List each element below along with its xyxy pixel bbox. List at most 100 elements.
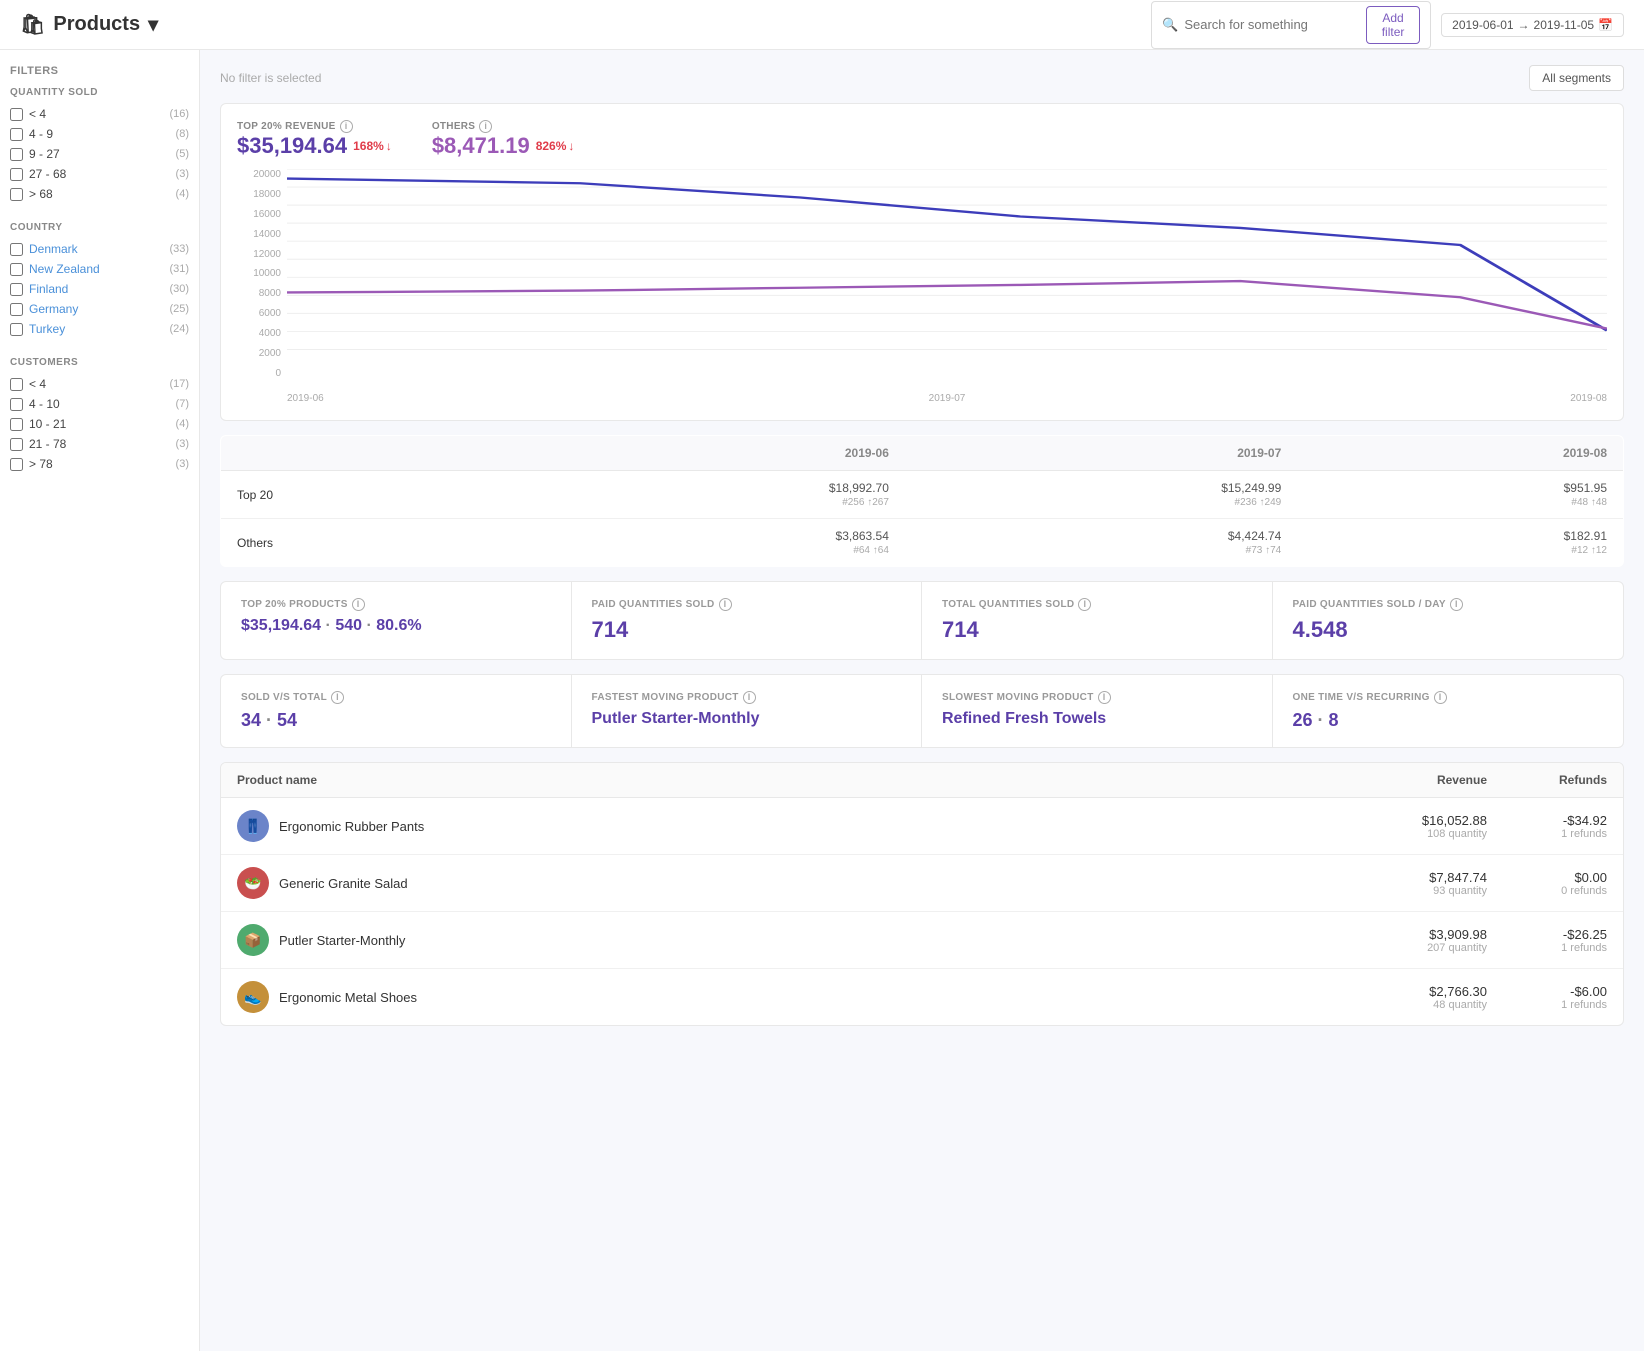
all-segments-button[interactable]: All segments bbox=[1529, 65, 1624, 91]
filter-label-denmark: Denmark bbox=[29, 242, 163, 256]
line-chart-svg bbox=[287, 169, 1607, 359]
filter-count-lt4: (16) bbox=[169, 108, 189, 120]
metric-sold-vs-total-info[interactable]: i bbox=[331, 691, 344, 704]
filter-label-turkey: Turkey bbox=[29, 322, 163, 336]
filter-item-cust-lt4[interactable]: < 4 (17) bbox=[10, 374, 189, 394]
filter-checkbox-cust-21-78[interactable] bbox=[10, 438, 23, 451]
others-metric: OTHERS i $8,471.19 826% ↓ bbox=[432, 120, 575, 159]
others-label: OTHERS i bbox=[432, 120, 575, 133]
filter-item-4-9[interactable]: 4 - 9 (8) bbox=[10, 124, 189, 144]
product-refunds-3: -$26.25 1 refunds bbox=[1487, 927, 1607, 954]
list-item: 👖 Ergonomic Rubber Pants $16,052.88 108 … bbox=[221, 798, 1623, 855]
filter-checkbox-9-27[interactable] bbox=[10, 148, 23, 161]
filter-checkbox-cust-4-10[interactable] bbox=[10, 398, 23, 411]
date-separator: → bbox=[1518, 18, 1530, 32]
metric-paid-qty-info[interactable]: i bbox=[719, 598, 732, 611]
filter-checkbox-gt68[interactable] bbox=[10, 188, 23, 201]
filter-checkbox-lt4[interactable] bbox=[10, 108, 23, 121]
metric-top20-products-value: $35,194.64 · 540 · 80.6% bbox=[241, 617, 551, 635]
filter-checkbox-germany[interactable] bbox=[10, 303, 23, 316]
metric-fastest-info[interactable]: i bbox=[743, 691, 756, 704]
chevron-down-icon[interactable]: ▾ bbox=[148, 12, 158, 37]
metric-total-qty-info[interactable]: i bbox=[1078, 598, 1091, 611]
filter-count-gt68: (4) bbox=[176, 188, 189, 200]
page-title: Products bbox=[53, 13, 140, 36]
y-label-18000: 18000 bbox=[237, 189, 281, 200]
product-revenue-2: $7,847.74 93 quantity bbox=[1327, 870, 1487, 897]
list-item: 👟 Ergonomic Metal Shoes $2,766.30 48 qua… bbox=[221, 969, 1623, 1025]
filter-label-lt4: < 4 bbox=[29, 107, 163, 121]
metric-top20-info[interactable]: i bbox=[352, 598, 365, 611]
product-revenue-1: $16,052.88 108 quantity bbox=[1327, 813, 1487, 840]
filter-item-denmark[interactable]: Denmark (33) bbox=[10, 239, 189, 259]
metric-one-time-label: ONE TIME V/S RECURRING i bbox=[1293, 691, 1604, 704]
products-col-name: Product name bbox=[237, 773, 1327, 787]
country-title: COUNTRY bbox=[10, 222, 189, 233]
search-box[interactable]: 🔍 Add filter bbox=[1151, 1, 1431, 49]
metric-sold-vs-total-label: SOLD V/S TOTAL i bbox=[241, 691, 551, 704]
filter-item-cust-10-21[interactable]: 10 - 21 (4) bbox=[10, 414, 189, 434]
filter-item-9-27[interactable]: 9 - 27 (5) bbox=[10, 144, 189, 164]
avatar: 📦 bbox=[237, 924, 269, 956]
filter-label-cust-4-10: 4 - 10 bbox=[29, 397, 170, 411]
filter-item-27-68[interactable]: 27 - 68 (3) bbox=[10, 164, 189, 184]
metric-slowest-info[interactable]: i bbox=[1098, 691, 1111, 704]
seg-row1-jul: $15,249.99#236 ↑249 bbox=[905, 471, 1297, 519]
add-filter-button[interactable]: Add filter bbox=[1366, 6, 1420, 44]
filter-item-lt4[interactable]: < 4 (16) bbox=[10, 104, 189, 124]
filter-item-cust-21-78[interactable]: 21 - 78 (3) bbox=[10, 434, 189, 454]
metric-top20-products-label: TOP 20% PRODUCTS i bbox=[241, 598, 551, 611]
metric-paid-qty-label: PAID QUANTITIES SOLD i bbox=[592, 598, 902, 611]
filter-item-new-zealand[interactable]: New Zealand (31) bbox=[10, 259, 189, 279]
date-range-picker[interactable]: 2019-06-01 → 2019-11-05 📅 bbox=[1441, 13, 1624, 37]
metric-one-time-info[interactable]: i bbox=[1434, 691, 1447, 704]
filter-item-finland[interactable]: Finland (30) bbox=[10, 279, 189, 299]
product-name-3: Putler Starter-Monthly bbox=[279, 933, 405, 948]
metrics-grid-1: TOP 20% PRODUCTS i $35,194.64 · 540 · 80… bbox=[220, 581, 1624, 660]
filter-item-germany[interactable]: Germany (25) bbox=[10, 299, 189, 319]
filter-label-germany: Germany bbox=[29, 302, 163, 316]
filter-count-cust-4-10: (7) bbox=[176, 398, 189, 410]
products-table: Product name Revenue Refunds 👖 Ergonomic… bbox=[220, 762, 1624, 1026]
list-item: 🥗 Generic Granite Salad $7,847.74 93 qua… bbox=[221, 855, 1623, 912]
metric-paid-qty-sold: PAID QUANTITIES SOLD i 714 bbox=[572, 582, 923, 659]
metric-paid-per-day: PAID QUANTITIES SOLD / DAY i 4.548 bbox=[1273, 582, 1624, 659]
filter-checkbox-cust-10-21[interactable] bbox=[10, 418, 23, 431]
filter-label-27-68: 27 - 68 bbox=[29, 167, 170, 181]
filter-item-cust-gt78[interactable]: > 78 (3) bbox=[10, 454, 189, 474]
metric-fastest-product-label: FASTEST MOVING PRODUCT i bbox=[592, 691, 902, 704]
filter-checkbox-cust-gt78[interactable] bbox=[10, 458, 23, 471]
filter-checkbox-new-zealand[interactable] bbox=[10, 263, 23, 276]
metric-slowest-product-label: SLOWEST MOVING PRODUCT i bbox=[942, 691, 1252, 704]
y-label-10000: 10000 bbox=[237, 268, 281, 279]
filter-checkbox-27-68[interactable] bbox=[10, 168, 23, 181]
filter-label-gt68: > 68 bbox=[29, 187, 170, 201]
y-label-2000: 2000 bbox=[237, 348, 281, 359]
filter-label-cust-lt4: < 4 bbox=[29, 377, 163, 391]
cart-icon: 🛍 bbox=[20, 12, 45, 37]
filter-checkbox-turkey[interactable] bbox=[10, 323, 23, 336]
metric-total-qty-label: TOTAL QUANTITIES SOLD i bbox=[942, 598, 1252, 611]
filter-count-cust-lt4: (17) bbox=[169, 378, 189, 390]
filter-group-quantity: QUANTITY SOLD < 4 (16) 4 - 9 (8) 9 - 27 … bbox=[10, 87, 189, 204]
product-name-1: Ergonomic Rubber Pants bbox=[279, 819, 424, 834]
filter-checkbox-cust-lt4[interactable] bbox=[10, 378, 23, 391]
x-axis-labels: 2019-06 2019-07 2019-08 bbox=[237, 389, 1607, 404]
others-info-icon[interactable]: i bbox=[479, 120, 492, 133]
metrics-grid-2: SOLD V/S TOTAL i 34 · 54 FASTEST MOVING … bbox=[220, 674, 1624, 748]
filter-checkbox-denmark[interactable] bbox=[10, 243, 23, 256]
filter-item-turkey[interactable]: Turkey (24) bbox=[10, 319, 189, 339]
search-input[interactable] bbox=[1184, 17, 1360, 32]
x-label-aug: 2019-08 bbox=[1570, 393, 1607, 404]
product-refunds-1: -$34.92 1 refunds bbox=[1487, 813, 1607, 840]
filter-checkbox-finland[interactable] bbox=[10, 283, 23, 296]
metric-paid-per-day-info[interactable]: i bbox=[1450, 598, 1463, 611]
top20-info-icon[interactable]: i bbox=[340, 120, 353, 133]
filter-checkbox-4-9[interactable] bbox=[10, 128, 23, 141]
y-label-6000: 6000 bbox=[237, 308, 281, 319]
metric-one-time-value: 26 · 8 bbox=[1293, 710, 1604, 731]
product-name-cell-3: 📦 Putler Starter-Monthly bbox=[237, 924, 1327, 956]
filter-item-gt68[interactable]: > 68 (4) bbox=[10, 184, 189, 204]
product-revenue-4: $2,766.30 48 quantity bbox=[1327, 984, 1487, 1011]
filter-item-cust-4-10[interactable]: 4 - 10 (7) bbox=[10, 394, 189, 414]
